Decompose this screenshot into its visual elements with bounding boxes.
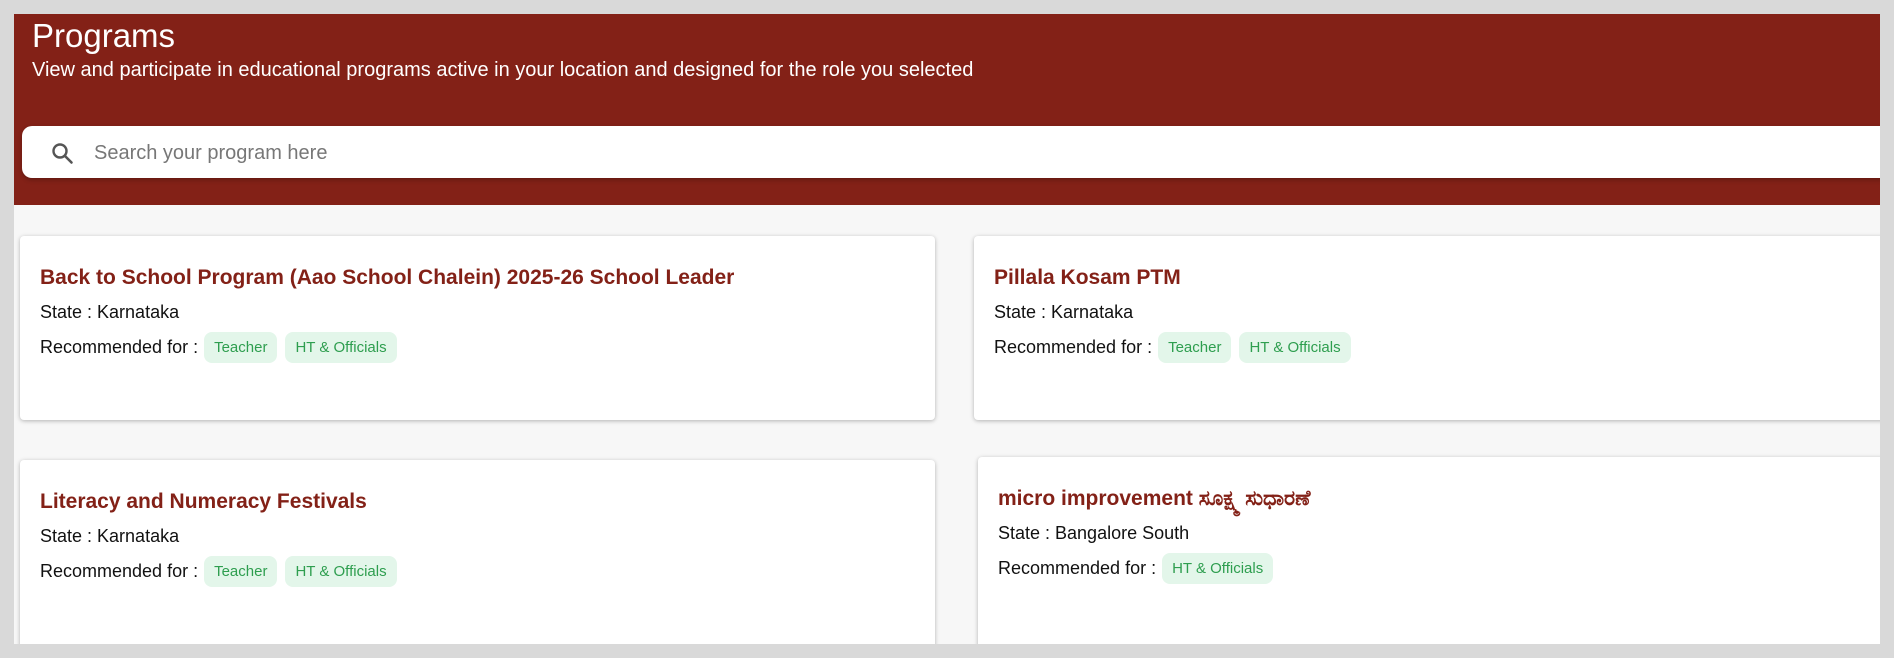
recommended-for: Recommended for : Teacher HT & Officials xyxy=(40,332,405,363)
program-state: State : Karnataka xyxy=(40,302,180,322)
role-chip: Teacher xyxy=(204,556,278,587)
program-card[interactable]: Pillala Kosam PTM State : Karnataka Reco… xyxy=(974,236,1880,420)
program-card[interactable]: Literacy and Numeracy Festivals State : … xyxy=(20,460,935,644)
page-subtitle: View and participate in educational prog… xyxy=(32,59,974,81)
role-chip: HT & Officials xyxy=(1239,332,1351,363)
search-icon xyxy=(52,143,73,164)
programs-header: Programs View and participate in educati… xyxy=(14,14,1880,205)
search-input[interactable] xyxy=(92,134,1796,172)
page-title: Programs xyxy=(32,17,176,54)
role-chip: Teacher xyxy=(1158,332,1232,363)
program-state: State : Karnataka xyxy=(994,302,1134,322)
role-chip: HT & Officials xyxy=(1162,553,1274,584)
program-title[interactable]: micro improvement ಸೂಕ್ಷ್ಮ ಸುಧಾರಣೆ xyxy=(998,487,1310,511)
program-title[interactable]: Pillala Kosam PTM xyxy=(994,266,1181,290)
recommended-for: Recommended for : HT & Officials xyxy=(998,553,1281,584)
role-chip: Teacher xyxy=(204,332,278,363)
program-title[interactable]: Back to School Program (Aao School Chale… xyxy=(40,266,734,290)
programs-page: Programs View and participate in educati… xyxy=(14,14,1880,644)
recommended-for-label: Recommended for : xyxy=(40,337,199,357)
program-state: State : Bangalore South xyxy=(998,523,1190,543)
search-bar[interactable] xyxy=(22,126,1880,178)
role-chip: HT & Officials xyxy=(285,332,397,363)
recommended-for: Recommended for : Teacher HT & Officials xyxy=(40,556,405,587)
recommended-for-label: Recommended for : xyxy=(994,337,1153,357)
recommended-for-label: Recommended for : xyxy=(40,561,199,581)
recommended-for: Recommended for : Teacher HT & Officials xyxy=(994,332,1359,363)
role-chip: HT & Officials xyxy=(285,556,397,587)
program-card[interactable]: Back to School Program (Aao School Chale… xyxy=(20,236,935,420)
program-title[interactable]: Literacy and Numeracy Festivals xyxy=(40,490,367,514)
program-state: State : Karnataka xyxy=(40,526,180,546)
program-card[interactable]: micro improvement ಸೂಕ್ಷ್ಮ ಸುಧಾರಣೆ State … xyxy=(978,457,1880,644)
recommended-for-label: Recommended for : xyxy=(998,558,1157,578)
